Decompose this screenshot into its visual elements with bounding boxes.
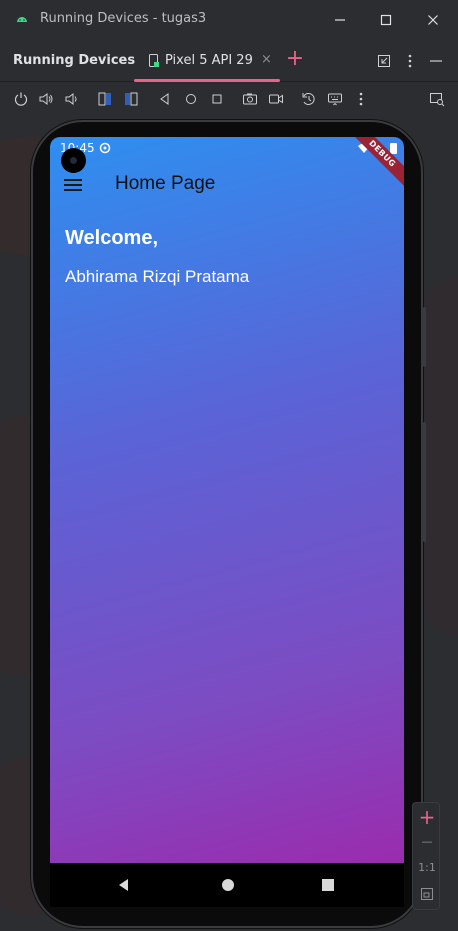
overview-icon[interactable] [208,90,226,108]
device-toolbar [0,82,458,116]
device-phone-icon [149,54,159,67]
nav-overview-icon[interactable] [320,877,336,893]
window-title-bar: Running Devices - tugas3 [0,0,458,40]
user-name: Abhirama Rizqi Pratama [65,267,250,286]
page-title: Home Page [115,173,216,194]
window-title: Running Devices - tugas3 [40,11,207,26]
rotate-left-icon[interactable] [96,90,114,108]
hide-panel-icon[interactable] [426,51,446,71]
add-device-button[interactable]: + [285,48,305,70]
reset-icon[interactable] [300,90,318,108]
android-icon [17,17,27,22]
nav-home-icon[interactable] [220,877,236,893]
volume-down-icon[interactable] [62,90,80,108]
device-screen[interactable]: 10:45 DEBUG Home Page Welcome, Abhirama … [50,137,404,863]
maximize-button[interactable] [376,10,396,30]
more-icon[interactable] [352,90,370,108]
tool-window-header: Running Devices Pixel 5 API 29 × + [0,40,458,82]
close-window-button[interactable] [423,10,443,30]
zoom-actual-size-button[interactable]: 1:1 [413,861,441,874]
minimize-button[interactable] [330,10,350,30]
app-bar: Home Page [50,161,404,209]
volume-up-icon[interactable] [37,90,55,108]
tool-window-title: Running Devices [13,53,136,68]
zoom-fit-icon[interactable] [420,887,434,901]
side-button [423,307,426,367]
back-icon[interactable] [156,90,174,108]
options-menu-icon[interactable] [400,51,420,71]
welcome-heading: Welcome, [65,227,158,249]
sync-icon [99,142,111,154]
system-nav-bar [50,863,404,907]
zoom-in-button[interactable]: + [413,805,441,829]
zoom-out-button[interactable]: — [413,835,441,848]
nav-back-icon[interactable] [116,877,132,893]
menu-icon[interactable] [64,174,86,196]
rotate-right-icon[interactable] [122,90,140,108]
power-icon[interactable] [12,90,30,108]
screen-record-icon[interactable] [267,90,285,108]
restore-layout-icon[interactable] [374,51,394,71]
zoom-controls: + — 1:1 [412,802,440,910]
tab-close-icon[interactable]: × [261,52,272,67]
keyboard-icon[interactable] [326,90,344,108]
tab-device-label: Pixel 5 API 29 [165,53,253,68]
home-icon[interactable] [182,90,200,108]
status-bar: 10:45 [50,137,404,161]
zoom-to-fit-icon[interactable] [428,90,446,108]
tab-device[interactable]: Pixel 5 API 29 × [134,40,280,82]
screenshot-icon[interactable] [241,90,259,108]
side-button [423,422,426,542]
